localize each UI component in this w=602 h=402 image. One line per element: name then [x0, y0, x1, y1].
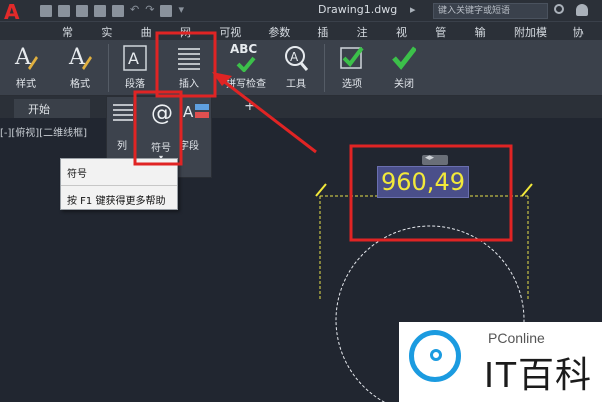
viewport-controls[interactable]: [-][俯视][二维线框] [0, 124, 87, 139]
svg-text:A: A [183, 103, 194, 121]
plot-icon[interactable] [112, 5, 124, 17]
insert-label: 插入 [179, 79, 199, 90]
save-icon[interactable] [76, 5, 88, 17]
text-editor-ribbon: A 样式 A 格式 A 段落 插入 ABC 拼写检查 A 工具 选项 关闭 [0, 40, 602, 96]
find-replace-icon: A [285, 46, 308, 71]
tab-view[interactable]: 视图 [386, 22, 425, 55]
mtext-editor[interactable]: 960,49 [377, 166, 469, 198]
symbol-tooltip: 符号 按 F1 键获得更多帮助 [60, 158, 178, 210]
format-button[interactable]: A 格式 [58, 40, 102, 96]
autocad-window: A ↶ ↷ ▾ Drawing1.dwg ▸ 键入关键字或短语 常用 实体 曲面… [0, 0, 602, 402]
close-editor-button[interactable]: 关闭 [382, 40, 426, 96]
paragraph-label: 段落 [125, 79, 145, 90]
new-icon[interactable] [40, 5, 52, 17]
mtext-move-handle[interactable]: ◂▸ [422, 153, 448, 165]
redo-icon[interactable]: ↷ [145, 3, 154, 16]
at-symbol-icon: @ [151, 101, 173, 126]
format-label: 格式 [70, 79, 90, 90]
start-tab[interactable]: 开始 [14, 99, 90, 118]
tab-insert[interactable]: 插入 [307, 22, 346, 55]
options-button[interactable]: 选项 [330, 40, 374, 96]
symbol-label: 符号 [151, 143, 171, 154]
document-tab-bar: 开始 + [0, 96, 602, 118]
field-label[interactable]: 字段 [179, 137, 199, 152]
insert-lines-icon [178, 48, 200, 70]
tab-output[interactable]: 输出 [465, 22, 504, 55]
paragraph-icon: A [123, 45, 147, 71]
open-icon[interactable] [58, 5, 70, 17]
workspace-dropdown-icon[interactable]: ▾ [178, 3, 184, 16]
user-icon[interactable] [576, 4, 588, 16]
text-format-icon: A [68, 45, 92, 70]
tab-parametric[interactable]: 参数化 [258, 22, 307, 55]
style-label: 样式 [16, 79, 36, 90]
paragraph-button[interactable]: A 段落 [113, 40, 157, 96]
quick-access-toolbar: ↶ ↷ ▾ [40, 3, 184, 19]
pconline-magnifier-icon [409, 330, 461, 382]
field-icon[interactable]: A [183, 101, 211, 123]
add-tab-icon[interactable]: + [244, 98, 256, 114]
resize-arrows-icon: ◂▸ [425, 153, 435, 163]
tooltip-divider [61, 185, 177, 186]
watermark-name: IT百科 [484, 354, 592, 395]
ribbon-divider [324, 44, 325, 92]
text-style-icon: A [14, 45, 38, 70]
check-icon [236, 56, 256, 72]
close-label: 关闭 [394, 79, 414, 90]
magnifier-lens-icon [430, 349, 442, 361]
tab-collaborate[interactable]: 协作 [563, 22, 602, 55]
title-bar: A ↶ ↷ ▾ Drawing1.dwg ▸ 键入关键字或短语 [0, 0, 602, 22]
watermark-brand: PConline [488, 330, 545, 346]
search-icon[interactable] [554, 4, 564, 14]
tooltip-title: 符号 [67, 169, 87, 180]
spellcheck-label: 拼写检查 [226, 79, 266, 90]
tab-surface[interactable]: 曲面 [131, 22, 170, 55]
autocad-logo[interactable]: A [4, 2, 30, 22]
insert-button[interactable]: 插入 [167, 40, 211, 96]
ribbon-tab-row: 常用 实体 曲面 网格 可视化 参数化 插入 注释 视图 管理 输出 附加模块 … [0, 22, 602, 55]
close-check-icon [392, 46, 416, 70]
tab-solid[interactable]: 实体 [91, 22, 130, 55]
mtext-value[interactable]: 960,49 [378, 168, 468, 196]
columns-icon[interactable] [111, 101, 135, 125]
tools-label: 工具 [286, 79, 306, 90]
tab-annotate[interactable]: 注释 [347, 22, 386, 55]
svg-text:A: A [128, 49, 139, 68]
ribbon-divider [108, 44, 109, 92]
options-label: 选项 [342, 79, 362, 90]
save-as-icon[interactable] [94, 5, 106, 17]
tab-manage[interactable]: 管理 [425, 22, 464, 55]
tooltip-help: 按 F1 键获得更多帮助 [67, 196, 166, 207]
style-button[interactable]: A 样式 [4, 40, 48, 96]
search-input[interactable]: 键入关键字或短语 [433, 3, 548, 19]
svg-text:A: A [290, 50, 299, 64]
title-arrow-icon: ▸ [410, 3, 416, 16]
tab-mesh[interactable]: 网格 [170, 22, 209, 55]
document-title: Drawing1.dwg [318, 3, 398, 16]
symbol-button[interactable]: @ 符号 ▾ [147, 101, 183, 163]
tools-button[interactable]: A 工具 [274, 40, 318, 96]
abc-icon: ABC [230, 42, 258, 56]
spellcheck-button[interactable]: ABC 拼写检查 [222, 40, 270, 96]
options-check-icon [340, 46, 364, 69]
tab-home[interactable]: 常用 [52, 22, 91, 55]
undo-icon[interactable]: ↶ [130, 3, 139, 16]
tab-addins[interactable]: 附加模块 [504, 22, 563, 55]
share-icon[interactable] [160, 5, 173, 17]
columns-label[interactable]: 列 [117, 137, 127, 152]
tab-visualize[interactable]: 可视化 [209, 22, 258, 55]
